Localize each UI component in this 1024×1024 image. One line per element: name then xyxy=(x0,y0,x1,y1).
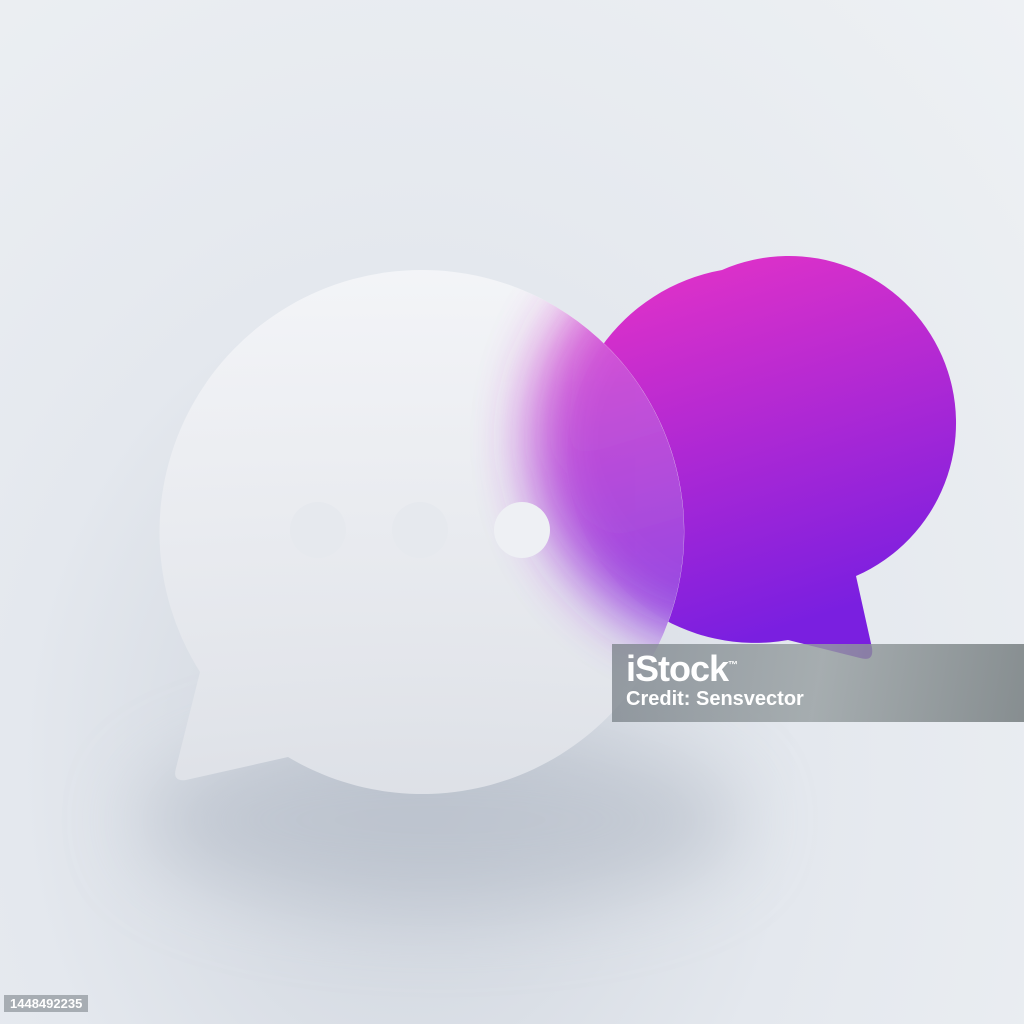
chat-bubbles-illustration xyxy=(140,255,957,910)
image-id: 1448492235 xyxy=(4,995,89,1012)
watermark-brand: iStock™ xyxy=(626,648,738,689)
watermark-credit: Credit: Sensvector xyxy=(626,688,804,710)
dot-1 xyxy=(290,502,346,558)
dot-3 xyxy=(494,502,550,558)
watermark: iStock™ Credit: Sensvector xyxy=(612,644,1024,722)
typing-dots xyxy=(290,502,550,558)
dot-2 xyxy=(392,502,448,558)
